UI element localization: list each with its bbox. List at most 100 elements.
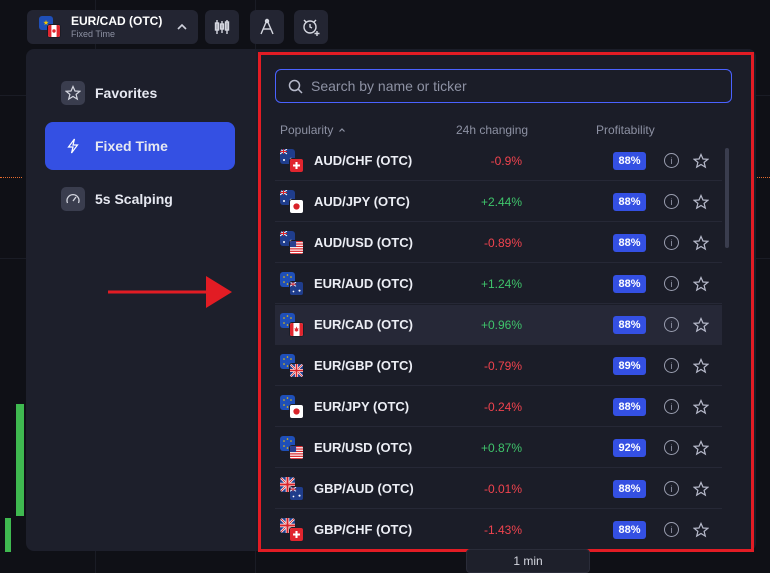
asset-row[interactable]: EUR/GBP (OTC) -0.79% 89% i (275, 346, 722, 386)
pair-flags (280, 435, 304, 460)
pair-flags (280, 476, 304, 501)
timeframe-label: 1 min (513, 554, 543, 568)
asset-selector[interactable]: ★ EUR/CAD (OTC) Fixed Time (27, 10, 198, 44)
info-icon[interactable]: i (664, 358, 679, 373)
timeframe-selector[interactable]: 1 min (466, 549, 590, 573)
asset-change: +1.24% (480, 276, 522, 291)
asset-name: AUD/USD (OTC) (314, 235, 413, 250)
asset-change: -0.89% (483, 235, 522, 250)
lightning-icon (67, 138, 79, 154)
asset-row[interactable]: AUD/JPY (OTC) +2.44% 88% i (275, 182, 722, 222)
pair-flags: ★ (39, 16, 61, 38)
profit-badge: 88% (613, 520, 646, 539)
sidebar-item-5s-scalping[interactable]: 5s Scalping (45, 175, 235, 223)
asset-name: EUR/USD (OTC) (314, 440, 413, 455)
star-outline-icon[interactable] (693, 152, 709, 169)
asset-change: -1.43% (483, 522, 522, 537)
price-line (0, 177, 22, 178)
star-outline-icon[interactable] (693, 234, 709, 251)
star-outline-icon[interactable] (693, 316, 709, 333)
candlestick-chart-icon (214, 20, 230, 34)
asset-change: -0.9% (490, 153, 522, 168)
chart-type-button[interactable] (205, 10, 239, 44)
speedometer-icon (66, 193, 80, 204)
current-pair-mode: Fixed Time (71, 29, 116, 39)
annotation-arrow-icon (108, 276, 232, 308)
column-header-profitability[interactable]: Profitability (596, 123, 655, 137)
info-icon[interactable]: i (664, 317, 679, 332)
search-icon (288, 79, 303, 94)
profit-badge: 88% (613, 151, 646, 170)
uk-flag-icon (289, 362, 304, 378)
search-input[interactable] (311, 78, 711, 94)
pair-flags (280, 353, 304, 378)
star-outline-icon[interactable] (693, 357, 709, 374)
profit-badge: 88% (613, 397, 646, 416)
info-icon[interactable]: i (664, 440, 679, 455)
pair-flags (280, 312, 304, 337)
star-icon (65, 85, 81, 101)
asset-row[interactable]: EUR/CAD (OTC) +0.96% 88% i (275, 305, 722, 345)
asset-change: -0.79% (483, 358, 522, 373)
pair-flags (280, 271, 304, 296)
sidebar-item-label: Fixed Time (95, 138, 168, 154)
profit-badge: 88% (613, 479, 646, 498)
chevron-up-icon (177, 23, 187, 30)
usa-flag-icon (289, 239, 304, 255)
asset-name: AUD/JPY (OTC) (314, 194, 410, 209)
profit-badge: 92% (613, 438, 646, 457)
pair-flags (280, 230, 304, 255)
sidebar-item-label: Favorites (95, 85, 158, 101)
star-outline-icon[interactable] (693, 480, 709, 497)
asset-change: +2.44% (480, 194, 522, 209)
star-outline-icon[interactable] (693, 193, 709, 210)
asset-change: +0.96% (480, 317, 522, 332)
star-outline-icon[interactable] (693, 439, 709, 456)
info-icon[interactable]: i (664, 522, 679, 537)
canada-flag-icon (47, 24, 61, 38)
asset-name: EUR/CAD (OTC) (314, 317, 413, 332)
australia-flag-icon (289, 485, 304, 501)
profit-badge: 89% (613, 356, 646, 375)
info-icon[interactable]: i (664, 399, 679, 414)
scrollbar[interactable] (725, 148, 729, 248)
pair-flags (280, 189, 304, 214)
column-label: Popularity (280, 123, 334, 137)
asset-row[interactable]: AUD/USD (OTC) -0.89% 88% i (275, 223, 722, 263)
profit-badge: 88% (613, 274, 646, 293)
asset-row[interactable]: EUR/JPY (OTC) -0.24% 88% i (275, 387, 722, 427)
profit-badge: 88% (613, 192, 646, 211)
sidebar-item-label: 5s Scalping (95, 191, 173, 207)
pair-flags (280, 148, 304, 173)
asset-change: -0.24% (483, 399, 522, 414)
asset-name: GBP/CHF (OTC) (314, 522, 413, 537)
asset-row[interactable]: EUR/AUD (OTC) +1.24% 88% i (275, 264, 722, 304)
profit-badge: 88% (613, 233, 646, 252)
drawing-tools-button[interactable] (250, 10, 284, 44)
column-header-change[interactable]: 24h changing (456, 123, 528, 137)
asset-row[interactable]: EUR/USD (OTC) +0.87% 92% i (275, 428, 722, 468)
profit-badge: 88% (613, 315, 646, 334)
info-icon[interactable]: i (664, 276, 679, 291)
candle (5, 518, 11, 552)
info-icon[interactable]: i (664, 481, 679, 496)
asset-row[interactable]: GBP/CHF (OTC) -1.43% 88% i (275, 510, 722, 550)
asset-row[interactable]: AUD/CHF (OTC) -0.9% 88% i (275, 141, 722, 181)
sidebar-item-fixed-time[interactable]: Fixed Time (45, 122, 235, 170)
asset-name: AUD/CHF (OTC) (314, 153, 413, 168)
asset-change: -0.01% (483, 481, 522, 496)
star-outline-icon[interactable] (693, 521, 709, 538)
star-outline-icon[interactable] (693, 398, 709, 415)
column-header-popularity[interactable]: Popularity (280, 123, 346, 137)
usa-flag-icon (289, 444, 304, 460)
asset-row[interactable]: GBP/AUD (OTC) -0.01% 88% i (275, 469, 722, 509)
asset-name: EUR/JPY (OTC) (314, 399, 410, 414)
star-outline-icon[interactable] (693, 275, 709, 292)
alerts-button[interactable] (294, 10, 328, 44)
search-box[interactable] (275, 69, 732, 103)
sidebar-item-favorites[interactable]: Favorites (45, 69, 235, 117)
info-icon[interactable]: i (664, 194, 679, 209)
info-icon[interactable]: i (664, 153, 679, 168)
pair-flags (280, 394, 304, 419)
info-icon[interactable]: i (664, 235, 679, 250)
